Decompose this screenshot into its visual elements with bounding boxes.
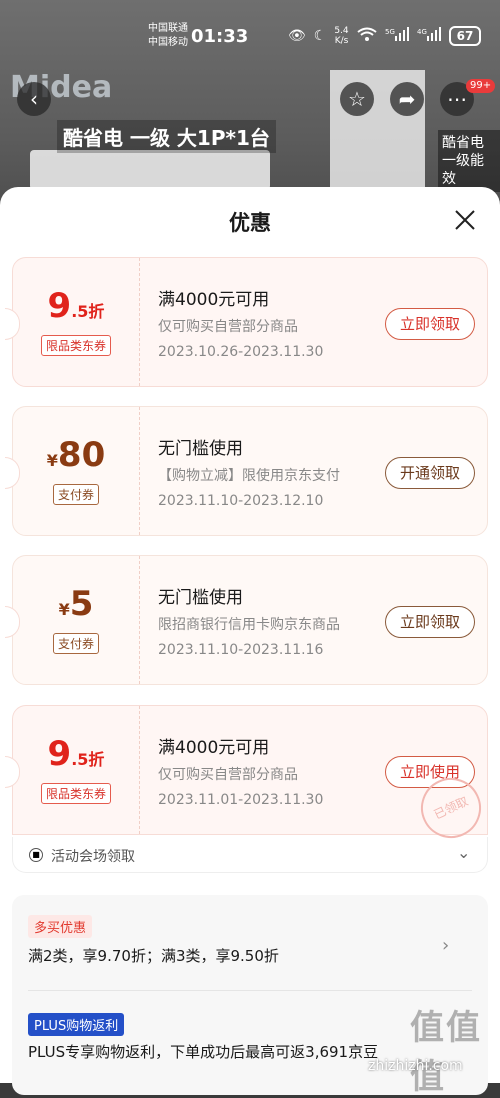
coupon-currency: ¥ bbox=[46, 451, 58, 470]
svg-text:5G: 5G bbox=[385, 28, 395, 36]
plus-rebate-text: PLUS专享购物返利，下单成功后最高可返3,691京豆 bbox=[28, 1043, 379, 1061]
claim-button[interactable]: 立即领取 bbox=[385, 308, 475, 340]
coupon-date: 2023.11.10-2023.11.16 bbox=[158, 642, 324, 658]
coupon-type-label: 限品类东券 bbox=[40, 783, 111, 804]
coupon-title: 满4000元可用 bbox=[158, 290, 270, 310]
coupon-amount-main: 9 bbox=[47, 734, 72, 774]
coupon-type-tag: 支付券 bbox=[13, 633, 139, 654]
signal-5g-icon: 5G bbox=[385, 27, 409, 45]
coupon-date: 2023.10.26-2023.11.30 bbox=[158, 344, 324, 360]
coupon-title: 无门槛使用 bbox=[158, 588, 243, 608]
network-speed-unit: K/s bbox=[334, 36, 349, 46]
coupon-value-area: 9.5折 限品类东券 bbox=[13, 258, 140, 386]
chevron-right-icon: › bbox=[442, 935, 450, 956]
coupon-date: 2023.11.10-2023.12.10 bbox=[158, 493, 324, 509]
multi-buy-text: 满2类，享9.70折；满3类，享9.50折 bbox=[28, 947, 279, 965]
star-icon: ☆ bbox=[348, 87, 366, 111]
coupon-type-label: 限品类东券 bbox=[40, 335, 111, 356]
coupon-amount-suffix: .5折 bbox=[71, 750, 105, 769]
close-icon bbox=[455, 210, 475, 230]
product-image-main bbox=[30, 150, 270, 190]
coupon-card: 9.5折 限品类东券 满4000元可用 仅可购买自营部分商品 2023.10.2… bbox=[5, 257, 488, 387]
chevron-left-icon: ‹ bbox=[30, 87, 38, 111]
coupon-value-area: ¥80 支付券 bbox=[13, 407, 140, 535]
multi-buy-tag: 多买优惠 bbox=[28, 915, 93, 938]
network-speed: 5.4 K/s bbox=[334, 26, 348, 46]
clock: 01:33 bbox=[191, 26, 249, 47]
svg-text:4G: 4G bbox=[417, 28, 427, 36]
coupon-card: ¥5 支付券 无门槛使用 限招商银行信用卡购京东商品 2023.11.10-20… bbox=[5, 555, 488, 685]
signal-4g-icon: 4G bbox=[417, 27, 441, 45]
coupon-title: 满4000元可用 bbox=[158, 738, 270, 758]
venue-claim-row[interactable]: ■ 活动会场领取 ⌄ bbox=[12, 837, 488, 873]
venue-icon: ■ bbox=[29, 848, 43, 862]
carrier-1: 中国联通 bbox=[148, 23, 188, 34]
coupon-amount: ¥80 bbox=[13, 435, 139, 475]
coupon-value-area: ¥5 支付券 bbox=[13, 556, 140, 684]
coupon-date: 2023.11.01-2023.11.30 bbox=[158, 792, 324, 808]
coupon-title: 无门槛使用 bbox=[158, 439, 243, 459]
divider bbox=[28, 990, 472, 991]
coupon-type-tag: 限品类东券 bbox=[13, 335, 139, 356]
back-button[interactable]: ‹ bbox=[17, 82, 51, 116]
coupon-type-label: 支付券 bbox=[52, 633, 99, 654]
eye-icon: 👁 bbox=[288, 28, 306, 44]
coupon-card: ¥80 支付券 无门槛使用 【购物立减】限使用京东支付 2023.11.10-2… bbox=[5, 406, 488, 536]
status-icons: 👁 ☾ 5.4 K/s 5G 4G 67 bbox=[288, 26, 482, 46]
chevron-down-icon: ⌄ bbox=[457, 843, 471, 862]
plus-rebate-tag: PLUS购物返利 bbox=[28, 1013, 125, 1036]
battery-indicator: 67 bbox=[448, 26, 482, 46]
status-bar: 中国联通 中国移动 01:33 👁 ☾ 5.4 K/s 5G 4G 67 bbox=[0, 0, 500, 62]
network-speed-value: 5.4 bbox=[334, 26, 349, 36]
coupon-desc: 仅可购买自营部分商品 bbox=[158, 767, 298, 783]
coupon-type-label: 支付券 bbox=[52, 484, 99, 505]
wifi-icon bbox=[357, 27, 377, 45]
coupon-amount: 9.5折 bbox=[13, 734, 139, 774]
favorite-button[interactable]: ☆ bbox=[340, 82, 374, 116]
banner-text: 酷省电 一级 大1P*1台 bbox=[57, 120, 276, 153]
coupon-type-tag: 限品类东券 bbox=[13, 783, 139, 804]
coupon-desc: 【购物立减】限使用京东支付 bbox=[158, 468, 340, 484]
coupon-desc: 限招商银行信用卡购京东商品 bbox=[158, 617, 340, 633]
coupon-amount-main: 80 bbox=[57, 435, 106, 475]
carrier-info: 中国联通 中国移动 bbox=[148, 22, 188, 50]
sheet-title: 优惠 bbox=[229, 211, 271, 235]
share-button[interactable]: ➦ bbox=[390, 82, 424, 116]
coupon-amount-main: 9 bbox=[47, 286, 72, 326]
coupon-amount-main: 5 bbox=[69, 584, 94, 624]
coupon-card: 9.5折 限品类东券 满4000元可用 仅可购买自营部分商品 2023.11.0… bbox=[5, 705, 491, 848]
coupon-amount: 9.5折 bbox=[13, 286, 139, 326]
coupon-amount-suffix: .5折 bbox=[71, 302, 105, 321]
banner-side-text: 酷省电 一级能效 bbox=[438, 130, 500, 192]
coupon-desc: 仅可购买自营部分商品 bbox=[158, 319, 298, 335]
venue-label: 活动会场领取 bbox=[51, 849, 135, 865]
discount-sheet: 优惠 9.5折 限品类东券 满4000元可用 仅可购买自营部分商品 2023.1… bbox=[0, 187, 500, 1095]
coupon-amount: ¥5 bbox=[13, 584, 139, 624]
coupon-type-tag: 支付券 bbox=[13, 484, 139, 505]
activate-claim-button[interactable]: 开通领取 bbox=[385, 457, 475, 489]
carrier-2: 中国移动 bbox=[148, 37, 188, 48]
site-watermark: 值值值 bbox=[410, 1008, 482, 1097]
moon-icon: ☾ bbox=[313, 28, 327, 44]
more-badge: 99+ bbox=[466, 79, 496, 93]
close-button[interactable] bbox=[450, 205, 480, 235]
claim-button[interactable]: 立即领取 bbox=[385, 606, 475, 638]
share-icon: ➦ bbox=[398, 87, 416, 111]
site-watermark-url: zhizhizhi.com bbox=[368, 1058, 463, 1074]
coupon-currency: ¥ bbox=[58, 600, 70, 619]
coupon-value-area: 9.5折 限品类东券 bbox=[13, 706, 140, 834]
more-icon: ⋯ bbox=[447, 87, 467, 111]
